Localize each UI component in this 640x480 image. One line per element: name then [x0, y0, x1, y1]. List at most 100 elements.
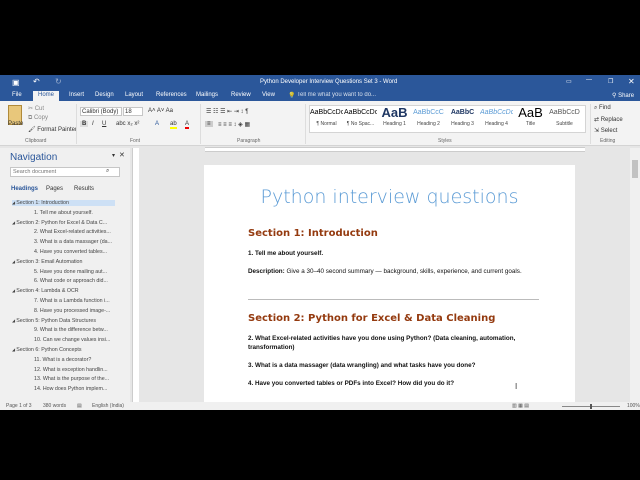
- tab-design[interactable]: Design: [95, 92, 114, 98]
- align-left-icon[interactable]: ≡: [205, 121, 213, 127]
- style-name: Heading 1: [383, 121, 406, 127]
- zoom-slider[interactable]: [562, 404, 620, 409]
- nav-heading-item[interactable]: 1. Tell me about yourself.: [34, 210, 93, 216]
- nav-heading-item[interactable]: 3. What is a data massager (da...: [34, 239, 112, 245]
- style-heading-2[interactable]: AaBbCcC Heading 2: [412, 105, 445, 131]
- restore-button[interactable]: ❐: [608, 78, 613, 85]
- nav-heading-item[interactable]: 2. What Excel-related activities...: [34, 229, 111, 235]
- document-page[interactable]: Python interview questions Section 1: In…: [204, 165, 575, 402]
- tab-review[interactable]: Review: [231, 92, 251, 98]
- style-preview: AaBbCcDc: [480, 109, 513, 116]
- nav-heading-item[interactable]: 10. Can we change values insi...: [34, 337, 110, 343]
- nav-heading-item[interactable]: ◢ Section 2: Python for Excel & Data C..…: [12, 220, 107, 226]
- ribbon: Paste ✂ Cut ⧉ Copy 🖌 Format Painter Clip…: [0, 101, 640, 146]
- word-count[interactable]: 380 words: [43, 403, 66, 409]
- navigation-pane: Navigation ▾ ✕ ⌕ Headings Pages Results …: [0, 148, 130, 402]
- tab-view[interactable]: View: [262, 92, 275, 98]
- tab-pages[interactable]: Pages: [46, 186, 63, 192]
- tab-references[interactable]: References: [156, 92, 187, 98]
- nav-heading-item[interactable]: 14. How does Python implem...: [34, 386, 107, 392]
- bold-button[interactable]: B: [80, 121, 89, 127]
- styles-group-label: Styles: [438, 138, 452, 144]
- align-icons[interactable]: ≡ ≡ ≡ ↕ ◈ ▦: [218, 121, 250, 128]
- nav-heading-item[interactable]: ◢ Section 3: Email Automation: [12, 259, 82, 265]
- close-button[interactable]: ✕: [628, 77, 635, 86]
- ribbon-display-icon[interactable]: ▭: [566, 78, 572, 85]
- nav-heading-item[interactable]: 4. Have you converted tables...: [34, 249, 107, 255]
- nav-heading-item[interactable]: ◢ Section 4: Lambda & OCR: [12, 288, 79, 294]
- tab-layout[interactable]: Layout: [125, 92, 143, 98]
- search-document-input[interactable]: [10, 167, 120, 177]
- pane-options-icon[interactable]: ▾: [112, 152, 115, 159]
- tab-mailings[interactable]: Mailings: [196, 92, 218, 98]
- nav-heading-item[interactable]: ◢ Section 6: Python Concepts: [12, 347, 82, 353]
- nav-heading-text: Section 5: Python Data Structures: [16, 317, 96, 324]
- search-icon[interactable]: ⌕: [106, 168, 109, 175]
- tab-home[interactable]: Home: [33, 91, 60, 101]
- style-normal[interactable]: AaBbCcDc ¶ Normal: [310, 105, 343, 131]
- minimize-button[interactable]: —: [586, 77, 592, 83]
- style-no-spac[interactable]: AaBbCcDc ¶ No Spac...: [344, 105, 377, 131]
- tab-results[interactable]: Results: [74, 186, 94, 192]
- nav-heading-item[interactable]: 13. What is the purpose of the...: [34, 376, 109, 382]
- nav-heading-text: 13. What is the purpose of the...: [34, 376, 110, 383]
- section-heading: Section 1: Introduction: [248, 228, 378, 239]
- tab-headings[interactable]: Headings: [11, 186, 38, 192]
- style-title[interactable]: AaB Title: [514, 105, 547, 131]
- font-color-icon[interactable]: A: [185, 121, 190, 129]
- nav-heading-text: 7. What is a Lambda function i...: [34, 298, 110, 304]
- nav-heading-item[interactable]: ◢ Section 1: Introduction: [12, 200, 115, 206]
- select-button[interactable]: ⇲ Select: [594, 127, 617, 134]
- style-heading-4[interactable]: AaBbCcDc Heading 4: [480, 105, 513, 131]
- view-buttons[interactable]: ▥ ▦ ▤: [512, 403, 529, 409]
- close-pane-icon[interactable]: ✕: [119, 151, 125, 159]
- style-subtitle[interactable]: AaBbCcD Subtitle: [548, 105, 581, 131]
- grow-font-icon[interactable]: A˄ A˅ Aa: [148, 108, 173, 114]
- style-preview: AaBbCcDc: [344, 109, 377, 116]
- nav-heading-item[interactable]: 9. What is the difference betw...: [34, 327, 108, 333]
- paste-button[interactable]: Paste: [8, 121, 23, 127]
- cut-button[interactable]: ✂ Cut: [28, 105, 44, 112]
- style-preview: AaBbCcC: [413, 109, 444, 116]
- share-button[interactable]: ⚲ Share: [612, 92, 634, 99]
- nav-heading-item[interactable]: ◢ Section 5: Python Data Structures: [12, 318, 96, 324]
- horizontal-ruler[interactable]: [205, 147, 585, 152]
- nav-heading-item[interactable]: 7. What is a Lambda function i...: [34, 298, 110, 304]
- undo-icon[interactable]: ↶: [33, 77, 40, 86]
- vertical-scrollbar[interactable]: [630, 148, 640, 402]
- find-button[interactable]: ⌕ Find: [594, 105, 611, 112]
- nav-heading-item[interactable]: 8. Have you processed image-...: [34, 308, 110, 314]
- style-preview: AaB: [381, 105, 408, 120]
- font-size-select[interactable]: 18: [123, 107, 143, 116]
- font-name-select[interactable]: Calibri (Body): [80, 107, 122, 116]
- select-label: Select: [600, 128, 618, 134]
- tell-me-input[interactable]: Tell me what you want to do...: [297, 92, 376, 98]
- style-heading-1[interactable]: AaB Heading 1: [378, 105, 411, 131]
- language[interactable]: English (India): [92, 403, 124, 409]
- copy-button[interactable]: ⧉ Copy: [28, 115, 48, 122]
- proofing-icon[interactable]: ▤: [77, 403, 82, 409]
- nav-heading-item[interactable]: 11. What is a decorator?: [34, 357, 91, 363]
- description: Description: Give a 30–40 second summary…: [248, 267, 538, 276]
- redo-icon[interactable]: ↻: [55, 77, 62, 86]
- tab-insert[interactable]: Insert: [69, 92, 84, 98]
- style-heading-3[interactable]: AaBbC Heading 3: [446, 105, 479, 131]
- strikethrough-button[interactable]: abc x₂ x²: [116, 121, 139, 127]
- tab-file[interactable]: File: [12, 92, 22, 98]
- underline-button[interactable]: U: [102, 121, 106, 127]
- nav-heading-item[interactable]: 6. What code or approach did...: [34, 278, 108, 284]
- zoom-level[interactable]: 100%: [627, 403, 640, 409]
- replace-button[interactable]: ⇄ Replace: [594, 116, 623, 123]
- text-effects-icon[interactable]: A: [155, 121, 159, 127]
- nav-heading-text: 3. What is a data massager (da...: [34, 239, 113, 246]
- page-count[interactable]: Page 1 of 3: [6, 403, 32, 409]
- description-text: Give a 30–40 second summary — background…: [284, 268, 522, 275]
- italic-button[interactable]: I: [92, 121, 94, 127]
- style-preview: AaB: [518, 105, 543, 120]
- bullets-icon[interactable]: ☰ ☷ ☰ ⇤ ⇥ ↕ ¶: [206, 108, 248, 115]
- nav-heading-item[interactable]: 12. What is exception handlin...: [34, 367, 108, 373]
- save-icon[interactable]: ▣: [12, 78, 20, 87]
- highlight-icon[interactable]: ab: [170, 121, 177, 129]
- nav-heading-item[interactable]: 5. Have you done mailing aut...: [34, 269, 107, 275]
- format-painter-button[interactable]: 🖌 Format Painter: [28, 126, 77, 133]
